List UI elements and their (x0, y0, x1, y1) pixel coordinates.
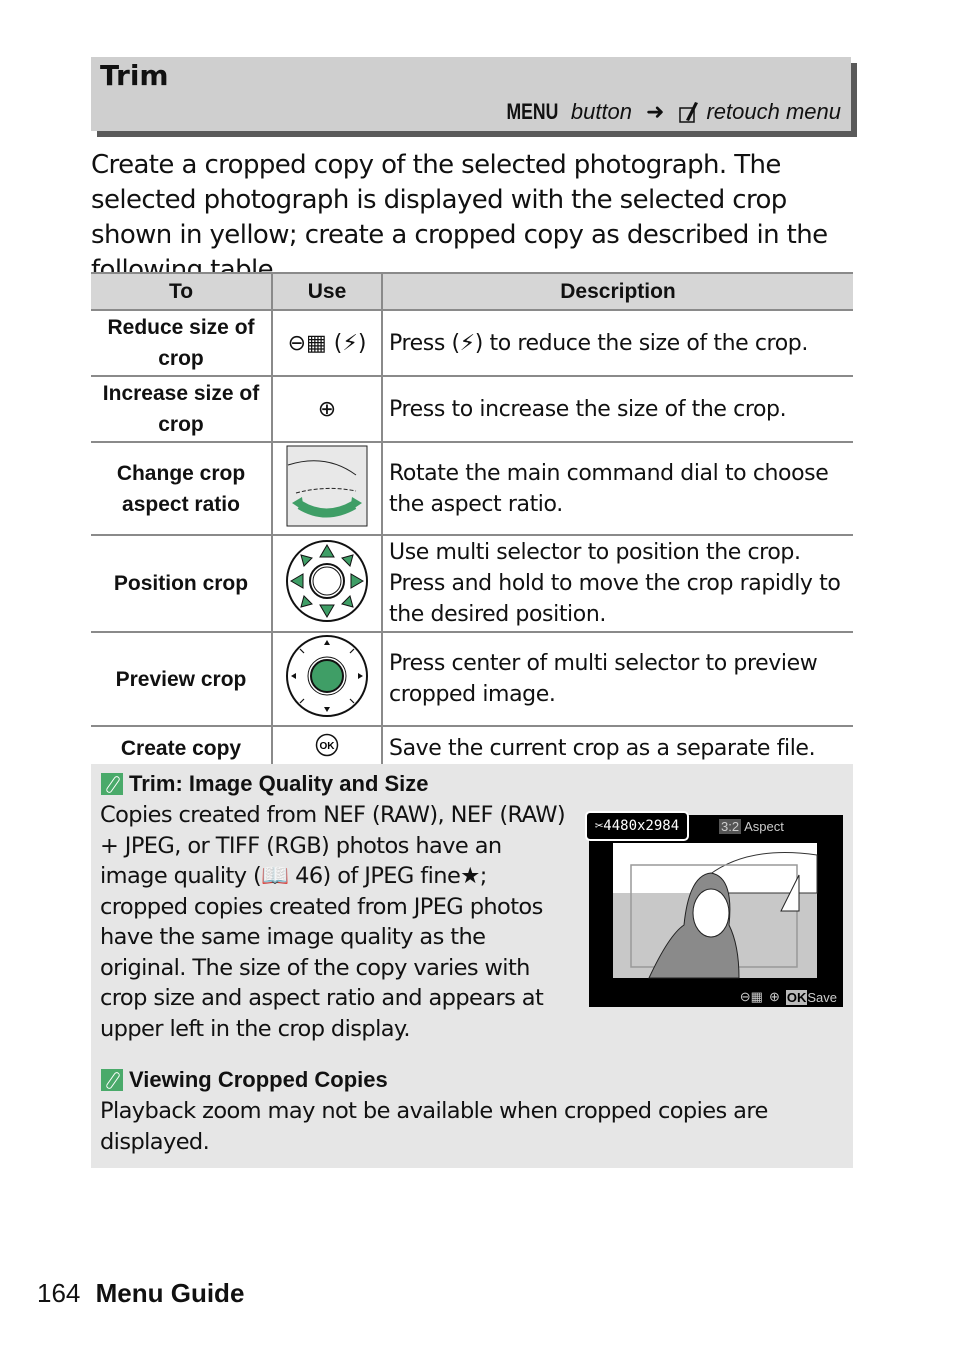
aspect-label: Aspect (744, 819, 784, 834)
row-to: Reduce size of crop (91, 309, 272, 377)
menu-key: MENU (506, 99, 559, 124)
col-header-use: Use (271, 272, 383, 311)
table-row: Preview crop Press center of multi selec… (91, 631, 853, 727)
note-body: Copies created from NEF (RAW), NEF (RAW)… (100, 802, 566, 1042)
row-to: Change crop aspect ratio (91, 441, 272, 536)
table-header-row: To Use Description (91, 272, 853, 311)
paperclip-icon (101, 773, 123, 795)
row-use: ⊖▦ (⚡) (271, 309, 382, 377)
col-header-to: To (91, 272, 273, 311)
section-header: Trim MENU button ➜ retouch menu (91, 57, 851, 131)
svg-text:OK: OK (320, 741, 336, 752)
page-number: 164 (37, 1278, 81, 1308)
trim-controls-table: To Use Description Reduce size of crop ⊖… (91, 272, 853, 771)
zoom-in-icon: ⊕ (317, 396, 337, 422)
table-row: Reduce size of crop ⊖▦ (⚡) Press (⚡) to … (91, 309, 853, 377)
intro-paragraph: Create a cropped copy of the selected ph… (91, 150, 828, 285)
row-use (271, 631, 382, 727)
ok-button-icon: OK (315, 733, 339, 757)
col-header-description: Description (381, 272, 853, 311)
table-row: Position crop Use multi selector to posi… (91, 534, 853, 633)
multi-selector-center-icon (286, 635, 368, 717)
notes-panel: Trim: Image Quality and Size Copies crea… (91, 764, 853, 1168)
zoom-out-hint-icon: ⊖▦ (739, 989, 763, 1004)
aspect-ratio-value: 3:2 (719, 819, 742, 834)
paperclip-icon (101, 1069, 123, 1091)
retouch-menu-icon (679, 102, 699, 123)
row-use (271, 534, 382, 633)
section-name: Menu Guide (95, 1278, 245, 1308)
row-use (271, 441, 382, 536)
row-description: Rotate the main command dial to choose t… (381, 441, 853, 536)
note-title-text: Viewing Cropped Copies (129, 1067, 388, 1092)
row-description: Press to increase the size of the crop. (381, 375, 853, 443)
crop-size-text: 4480x2984 (603, 818, 680, 834)
menu-name: retouch menu (706, 99, 841, 124)
multi-selector-directions-icon (286, 539, 368, 622)
note-title: Trim: Image Quality and Size (101, 771, 429, 797)
page-title: Trim (100, 59, 169, 92)
command-dial-icon (286, 445, 368, 526)
camera-crop-screen: ✂4480x2984 3:2 Aspect ⊖▦ ⊕ OKSave (585, 811, 843, 1007)
zoom-out-thumbnail-icon: ⊖▦ (287, 330, 327, 356)
crop-preview-image (613, 843, 818, 979)
row-to: Position crop (91, 534, 272, 633)
row-description: Press center of multi selector to previe… (381, 631, 853, 727)
arrow-icon: ➜ (646, 99, 665, 124)
menu-path: MENU button ➜ retouch menu (500, 99, 841, 125)
table-row: Change crop aspect ratio Rotate the main… (91, 441, 853, 536)
table-row: Increase size of crop ⊕ Press to increas… (91, 375, 853, 443)
page-footer: 164 Menu Guide (37, 1278, 244, 1309)
row-description: Press (⚡) to reduce the size of the crop… (381, 309, 853, 377)
zoom-in-hint-icon: ⊕ (768, 989, 780, 1004)
note-title-text: Trim: Image Quality and Size (129, 771, 429, 796)
row-use: ⊕ (271, 375, 382, 443)
ok-save-hint: OKSave (785, 989, 837, 1005)
note-title: Viewing Cropped Copies (101, 1067, 388, 1093)
crop-size-badge: ✂4480x2984 (585, 811, 689, 841)
row-to: Preview crop (91, 631, 272, 727)
flash-icon: (⚡) (333, 330, 367, 356)
row-description: Use multi selector to position the crop.… (381, 534, 853, 633)
note-body: Playback zoom may not be available when … (100, 1098, 768, 1155)
row-to: Increase size of crop (91, 375, 272, 443)
button-word: button (570, 99, 633, 124)
